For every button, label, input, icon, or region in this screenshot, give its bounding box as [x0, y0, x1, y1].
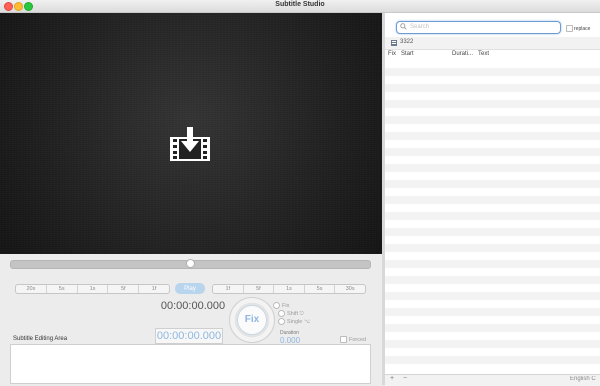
- table-row[interactable]: [385, 212, 600, 220]
- single-mode-option[interactable]: Single ⌥: [278, 318, 310, 325]
- table-row[interactable]: [385, 204, 600, 212]
- search-placeholder: Search: [410, 24, 430, 30]
- table-row[interactable]: [385, 364, 600, 372]
- subtitle-list-toolbar: [385, 374, 600, 386]
- table-row[interactable]: [385, 164, 600, 172]
- step-forward-5s[interactable]: 5s: [305, 285, 336, 293]
- title-bar: Subtitle Studio: [0, 0, 600, 13]
- table-row[interactable]: [385, 68, 600, 76]
- table-row[interactable]: [385, 268, 600, 276]
- column-header-fix[interactable]: Fix: [388, 51, 396, 57]
- step-forward-1s[interactable]: 1s: [274, 285, 305, 293]
- table-row[interactable]: [385, 228, 600, 236]
- column-header-text[interactable]: Text: [478, 51, 489, 57]
- table-row[interactable]: [385, 308, 600, 316]
- table-row[interactable]: [385, 236, 600, 244]
- remove-subtitle-button[interactable]: −: [403, 375, 407, 382]
- fix-button[interactable]: Fix: [237, 305, 267, 335]
- subtitle-table[interactable]: [385, 60, 600, 374]
- table-row[interactable]: [385, 356, 600, 364]
- table-row[interactable]: [385, 332, 600, 340]
- table-row[interactable]: [385, 84, 600, 92]
- checkbox-icon: [340, 336, 347, 343]
- step-back-20s[interactable]: 20s: [16, 285, 47, 293]
- table-row[interactable]: [385, 124, 600, 132]
- table-row[interactable]: [385, 76, 600, 84]
- table-row[interactable]: [385, 284, 600, 292]
- add-subtitle-button[interactable]: +: [390, 375, 394, 382]
- step-forward-5f[interactable]: 5f: [244, 285, 275, 293]
- rewind-step-bar: 20s 5s 1s 5f 1f: [15, 284, 170, 294]
- table-row[interactable]: [385, 316, 600, 324]
- column-header-start[interactable]: Start: [401, 51, 414, 57]
- table-row[interactable]: [385, 244, 600, 252]
- subtitle-editing-area[interactable]: [10, 344, 371, 384]
- subtitle-count-row: [385, 37, 600, 50]
- subtitle-count: 3322: [400, 39, 414, 45]
- subtitle-file-icon: [391, 40, 397, 46]
- subtitle-time-field[interactable]: 00:00:00.000: [155, 328, 223, 344]
- radio-icon: [278, 310, 285, 317]
- radio-icon: [278, 318, 285, 325]
- table-row[interactable]: [385, 348, 600, 356]
- table-row[interactable]: [385, 116, 600, 124]
- step-back-1s[interactable]: 1s: [78, 285, 109, 293]
- table-row[interactable]: [385, 180, 600, 188]
- shift-mode-option[interactable]: Shift ⎋: [278, 310, 304, 318]
- step-back-5f[interactable]: 5f: [108, 285, 140, 293]
- table-row[interactable]: [385, 148, 600, 156]
- playhead-timecode: 00:00:00.000: [160, 300, 226, 312]
- import-video-icon[interactable]: [168, 125, 212, 163]
- table-row[interactable]: [385, 252, 600, 260]
- table-row[interactable]: [385, 108, 600, 116]
- editing-area-label: Subtitle Editing Area: [13, 336, 68, 342]
- replace-checkbox[interactable]: replace: [566, 25, 590, 32]
- table-row[interactable]: [385, 300, 600, 308]
- checkbox-icon: [566, 25, 573, 32]
- fix-mode-option[interactable]: Fix: [273, 302, 289, 309]
- step-forward-1f[interactable]: 1f: [213, 285, 244, 293]
- table-row[interactable]: [385, 140, 600, 148]
- table-row[interactable]: [385, 324, 600, 332]
- step-back-5s[interactable]: 5s: [47, 285, 78, 293]
- table-row[interactable]: [385, 188, 600, 196]
- column-header-duration[interactable]: Durati...: [452, 51, 473, 57]
- table-row[interactable]: [385, 156, 600, 164]
- table-row[interactable]: [385, 220, 600, 228]
- table-row[interactable]: [385, 196, 600, 204]
- radio-icon: [273, 302, 280, 309]
- video-player[interactable]: [0, 13, 382, 254]
- table-row[interactable]: [385, 292, 600, 300]
- table-row[interactable]: [385, 260, 600, 268]
- table-row[interactable]: [385, 132, 600, 140]
- table-row[interactable]: [385, 172, 600, 180]
- forward-step-bar: 1f 5f 1s 5s 30s: [212, 284, 366, 294]
- table-row[interactable]: [385, 92, 600, 100]
- window-title: Subtitle Studio: [275, 1, 325, 8]
- search-field[interactable]: Search: [396, 21, 561, 34]
- search-icon: [400, 23, 407, 30]
- table-row[interactable]: [385, 276, 600, 284]
- table-row[interactable]: [385, 340, 600, 348]
- scrubber-handle[interactable]: [186, 259, 195, 268]
- step-back-1f[interactable]: 1f: [139, 285, 169, 293]
- play-button[interactable]: Play: [175, 283, 205, 294]
- step-forward-30s[interactable]: 30s: [335, 285, 365, 293]
- forced-checkbox[interactable]: Forced: [340, 336, 366, 343]
- table-row[interactable]: [385, 100, 600, 108]
- language-selector[interactable]: English C: [570, 376, 600, 382]
- table-row[interactable]: [385, 60, 600, 68]
